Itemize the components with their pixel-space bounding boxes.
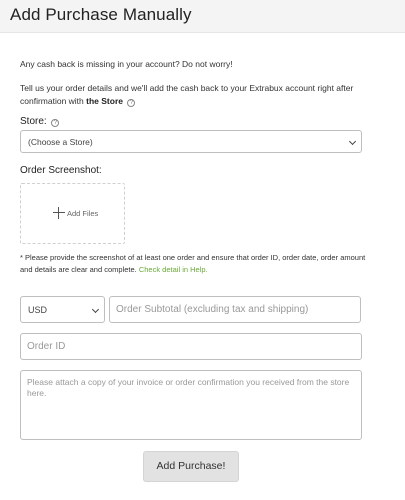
store-label-text: Store: (20, 116, 47, 127)
invoice-notes-textarea[interactable]: Please attach a copy of your invoice or … (20, 370, 362, 440)
currency-select[interactable]: USD (20, 296, 105, 323)
currency-value: USD (28, 305, 48, 315)
add-files-label: Add Files (67, 209, 99, 218)
add-purchase-button[interactable]: Add Purchase! (143, 451, 239, 482)
intro-details-text: Tell us your order details and we'll add… (20, 83, 354, 106)
store-label: Store: ? (20, 116, 60, 127)
help-icon[interactable]: ? (127, 99, 136, 107)
intro-details: Tell us your order details and we'll add… (20, 82, 390, 108)
order-screenshot-label: Order Screenshot: (20, 165, 102, 176)
store-select-value: (Choose a Store) (28, 137, 93, 147)
intro-text: Any cash back is missing in your account… (20, 59, 233, 69)
chevron-down-icon (91, 305, 100, 314)
intro-store-emphasis: the Store (86, 96, 123, 106)
store-select[interactable]: (Choose a Store) (20, 130, 362, 153)
order-subtotal-input[interactable]: Order Subtotal (excluding tax and shippi… (109, 296, 361, 323)
store-help-icon[interactable]: ? (51, 119, 60, 127)
order-id-input[interactable]: Order ID (20, 333, 362, 360)
page-title: Add Purchase Manually (10, 5, 192, 24)
screenshot-note: * Please provide the screenshot of at le… (20, 252, 370, 276)
chevron-down-icon (348, 137, 357, 146)
add-files-dropzone[interactable]: Add Files (20, 183, 125, 244)
plus-icon (53, 207, 65, 219)
page-header: Add Purchase Manually (0, 0, 405, 33)
help-link[interactable]: Check detail in Help. (139, 265, 208, 274)
